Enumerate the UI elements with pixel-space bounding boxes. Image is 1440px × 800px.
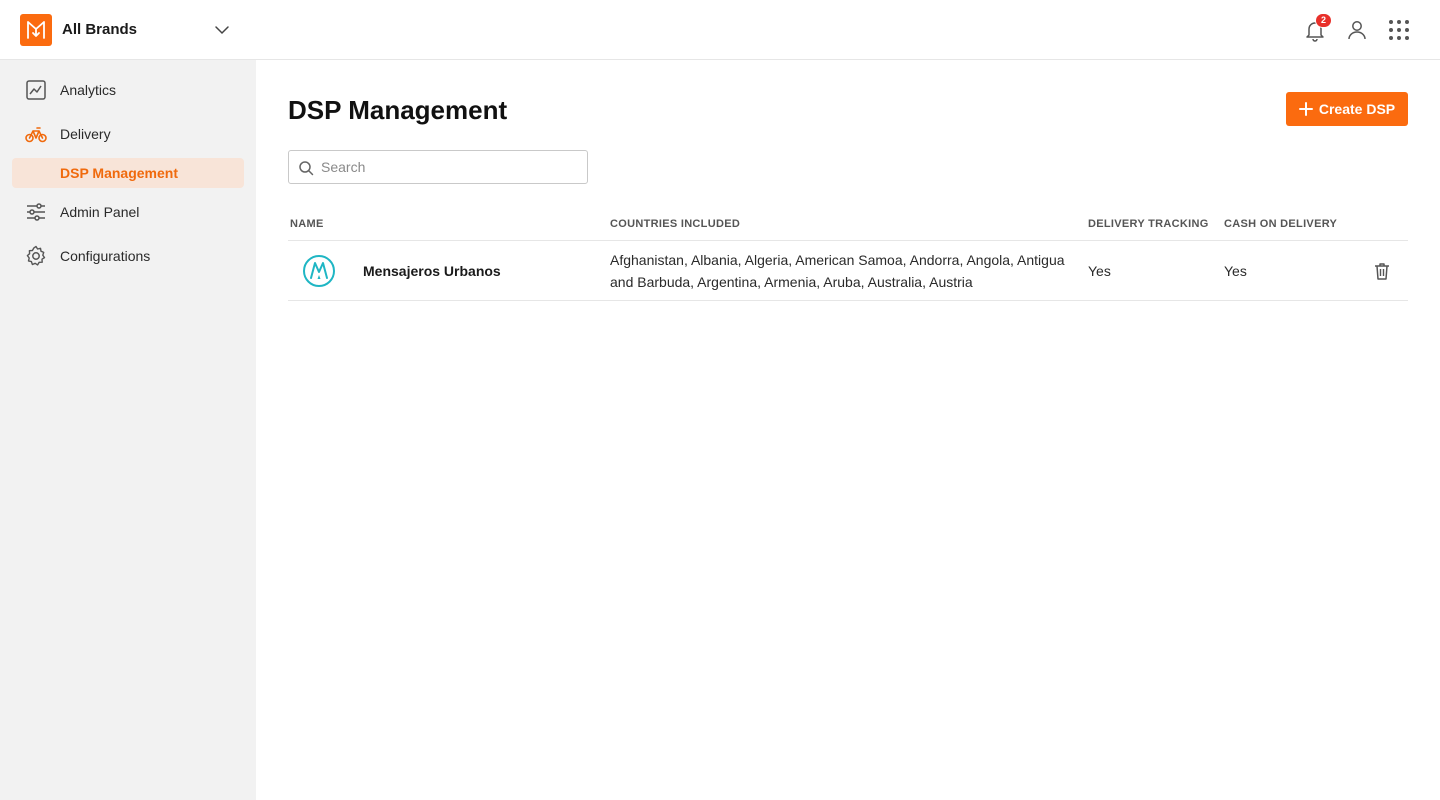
sidebar: Analytics Delivery DSP Management Admin … (0, 60, 256, 800)
column-header-name[interactable]: NAME (290, 218, 324, 230)
dsp-logo-icon (303, 255, 335, 287)
apps-grid-icon[interactable] (1387, 18, 1411, 42)
dsp-name[interactable]: Mensajeros Urbanos (363, 263, 501, 279)
sidebar-subitem-label: DSP Management (60, 165, 178, 181)
table-row[interactable]: Mensajeros Urbanos Afghanistan, Albania,… (288, 241, 1408, 301)
sidebar-item-label: Delivery (60, 126, 111, 142)
column-header-countries[interactable]: COUNTRIES INCLUDED (610, 218, 740, 230)
sidebar-item-label: Admin Panel (60, 204, 140, 220)
brand-logo-icon[interactable] (20, 14, 52, 46)
sidebar-item-admin-panel[interactable]: Admin Panel (12, 196, 244, 228)
search-input[interactable] (321, 157, 581, 177)
cash-on-delivery-value: Yes (1224, 263, 1247, 279)
gear-icon (26, 245, 46, 266)
column-header-delivery-tracking[interactable]: DELIVERY TRACKING (1088, 218, 1209, 230)
sidebar-item-dsp-management[interactable]: DSP Management (12, 158, 244, 188)
column-header-cash-on-delivery[interactable]: CASH ON DELIVERY (1224, 218, 1337, 230)
main-content: DSP Management Create DSP NAME COUNTRIES… (256, 60, 1440, 800)
brand-mark-icon (27, 21, 45, 39)
search-box[interactable] (288, 150, 588, 184)
sidebar-item-delivery[interactable]: Delivery (12, 118, 244, 150)
trash-icon[interactable] (1372, 261, 1392, 281)
top-bar: All Brands 2 (0, 0, 1440, 60)
sliders-icon (27, 203, 45, 221)
create-dsp-button[interactable]: Create DSP (1286, 92, 1408, 126)
countries-included: Afghanistan, Albania, Algeria, American … (610, 252, 1065, 290)
bicycle-icon (25, 127, 47, 143)
sidebar-item-label: Analytics (60, 82, 117, 98)
plus-icon (1298, 102, 1313, 116)
delivery-tracking-value: Yes (1088, 263, 1111, 279)
analytics-chart-icon (26, 80, 46, 100)
brand-selector-label[interactable]: All Brands (62, 21, 137, 38)
search-icon (299, 161, 314, 176)
create-dsp-label: Create DSP (1318, 101, 1396, 117)
chevron-down-icon[interactable] (214, 22, 230, 38)
sidebar-item-label: Configurations (60, 248, 151, 264)
sidebar-item-configurations[interactable]: Configurations (12, 240, 244, 272)
user-icon[interactable] (1345, 18, 1369, 42)
sidebar-item-analytics[interactable]: Analytics (12, 74, 244, 106)
notification-badge: 2 (1315, 13, 1332, 28)
page-title: DSP Management (288, 95, 508, 125)
